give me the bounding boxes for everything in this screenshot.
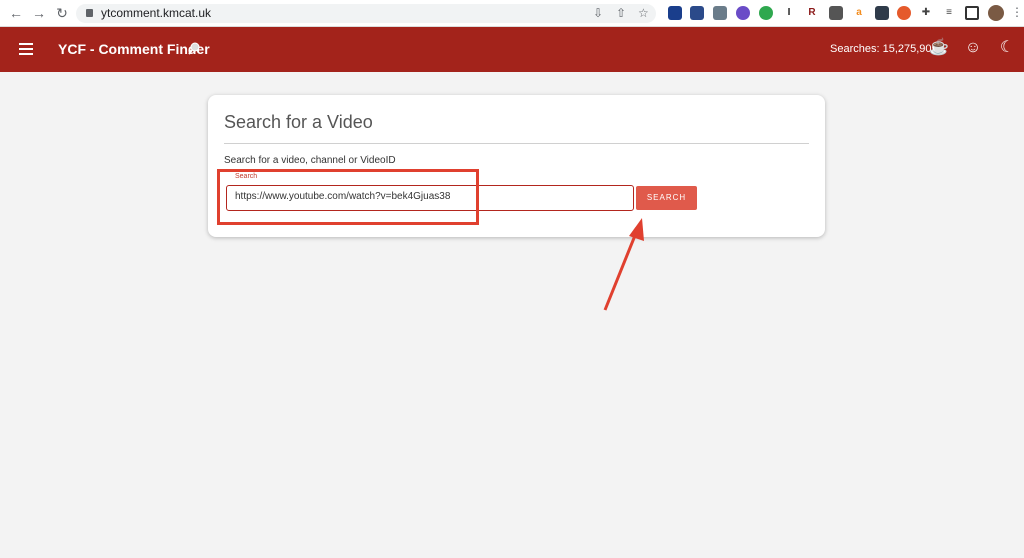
app-bar: YCF - Comment Finder Searches: 15,275,90… (0, 27, 1024, 72)
extension-icon-1[interactable] (668, 6, 682, 20)
back-icon[interactable]: ← (8, 5, 24, 21)
star-icon[interactable]: ☆ (638, 6, 649, 20)
extension-icon-8[interactable] (829, 6, 843, 20)
menu-dots-icon[interactable]: ⋮ (1011, 5, 1023, 19)
magnifier-logo-icon (188, 42, 200, 55)
profile-avatar[interactable] (988, 5, 1004, 21)
search-counter: Searches: 15,275,905 (830, 43, 938, 55)
install-icon[interactable]: ⇩ (593, 6, 603, 20)
arrow-annotation (603, 218, 644, 311)
highlight-box (217, 169, 479, 225)
extension-icon-3[interactable] (713, 6, 727, 20)
coffee-icon[interactable]: ☕ (929, 39, 949, 57)
dark-mode-icon[interactable]: ☾ (998, 39, 1016, 57)
extension-icon-9[interactable]: a (852, 6, 866, 20)
search-button[interactable]: SEARCH (636, 186, 697, 210)
tab-search-icon[interactable]: ≡ (942, 6, 956, 20)
browser-toolbar: ← → ↻ ytcomment.kmcat.uk ⇩ ⇧ ☆ I R a ✚ ≡… (0, 0, 1024, 27)
smiley-icon[interactable]: ☺ (964, 39, 982, 57)
extension-icon-4[interactable] (736, 6, 750, 20)
share-icon[interactable]: ⇧ (616, 6, 626, 20)
extension-icon-5[interactable] (759, 6, 773, 20)
card-title: Search for a Video (224, 112, 373, 132)
extension-icon-2[interactable] (690, 6, 704, 20)
search-hint: Search for a video, channel or VideoID (224, 155, 396, 166)
extension-icon-6[interactable]: I (782, 6, 796, 20)
reload-icon[interactable]: ↻ (54, 5, 70, 21)
menu-icon[interactable] (19, 43, 33, 55)
url-text: ytcomment.kmcat.uk (101, 6, 212, 20)
sidepanel-icon[interactable] (965, 6, 979, 20)
extensions-icon[interactable]: ✚ (919, 6, 933, 20)
address-bar[interactable]: ytcomment.kmcat.uk ⇩ ⇧ ☆ (76, 4, 656, 23)
divider (224, 143, 809, 144)
extension-icon-10[interactable] (875, 6, 889, 20)
forward-icon[interactable]: → (31, 5, 47, 21)
extension-icon-11[interactable] (897, 6, 911, 20)
extension-icon-7[interactable]: R (805, 6, 819, 20)
lock-icon (86, 9, 93, 17)
